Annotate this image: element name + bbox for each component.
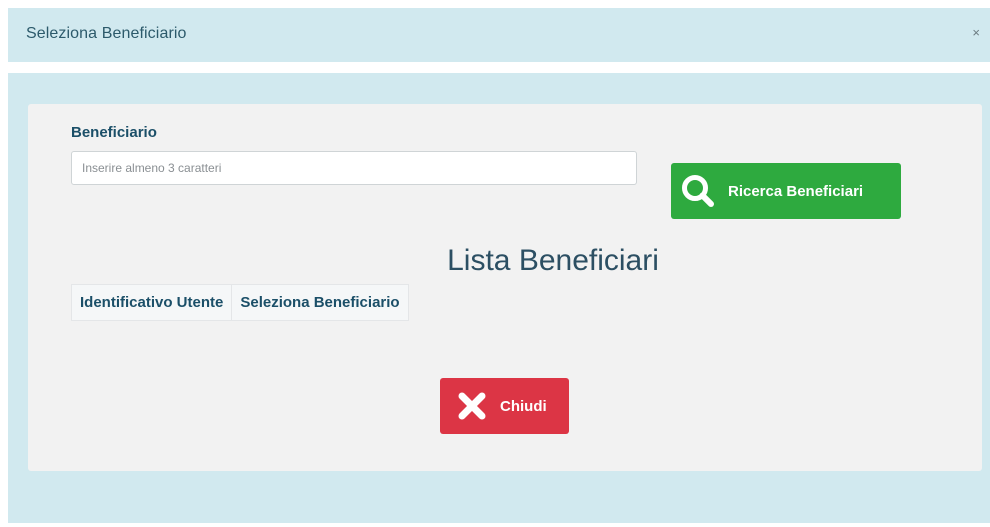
column-header-seleziona: Seleziona Beneficiario bbox=[231, 284, 409, 321]
beneficiario-label: Beneficiario bbox=[71, 124, 157, 141]
beneficiari-table: Identificativo Utente Seleziona Benefici… bbox=[70, 284, 409, 321]
modal-header: Seleziona Beneficiario × bbox=[8, 8, 990, 62]
x-icon bbox=[458, 392, 486, 420]
beneficiario-search-input[interactable] bbox=[71, 151, 637, 185]
chiudi-button-label: Chiudi bbox=[500, 397, 547, 415]
search-panel: Beneficiario Ricerca Beneficiari Lista B… bbox=[28, 104, 982, 471]
modal-body: Beneficiario Ricerca Beneficiari Lista B… bbox=[8, 73, 990, 523]
search-beneficiari-button[interactable]: Ricerca Beneficiari bbox=[671, 163, 901, 219]
modal-title: Seleziona Beneficiario bbox=[26, 25, 187, 42]
column-header-identificativo: Identificativo Utente bbox=[70, 284, 233, 321]
list-title: Lista Beneficiari bbox=[447, 244, 659, 277]
search-button-label: Ricerca Beneficiari bbox=[728, 182, 864, 200]
table-header-row: Identificativo Utente Seleziona Benefici… bbox=[70, 284, 409, 321]
close-icon[interactable]: × bbox=[972, 25, 980, 41]
search-icon bbox=[682, 175, 714, 207]
chiudi-button[interactable]: Chiudi bbox=[440, 378, 569, 434]
